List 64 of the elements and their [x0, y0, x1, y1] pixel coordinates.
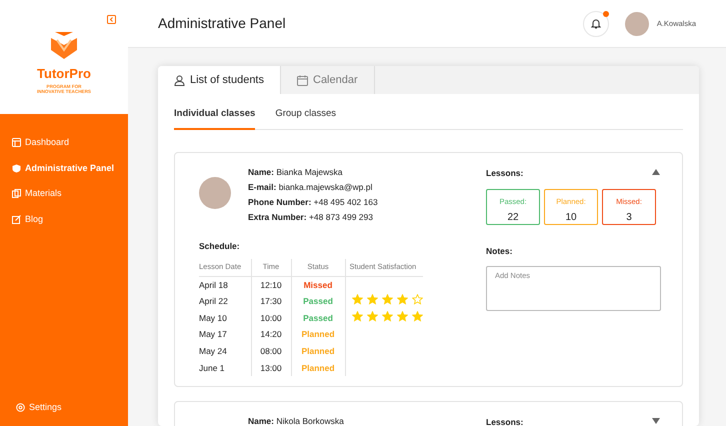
subtab[interactable]: Individual classes — [174, 94, 256, 130]
star-icon — [382, 310, 392, 322]
subtab[interactable]: Group classes — [275, 94, 336, 130]
time-cell: 13:00 — [251, 360, 291, 376]
student-field: Name: Nikola Borkowska — [248, 414, 344, 426]
notifications-button[interactable] — [582, 10, 609, 36]
star-icon — [352, 310, 362, 322]
date-cell: April 22 — [199, 293, 251, 310]
student-field: Name: Bianka Majewska — [248, 165, 378, 180]
star-icon — [366, 310, 378, 322]
sidebar-item[interactable]: Blog — [12, 212, 128, 226]
star-icon — [396, 294, 408, 306]
brand-name: TutorPro — [37, 65, 91, 83]
star-icon — [396, 310, 408, 322]
sidebar-item[interactable]: Administrative Panel — [12, 162, 128, 175]
caret-up-icon — [652, 168, 660, 175]
user-icon — [174, 74, 185, 86]
collapse-icon — [107, 15, 116, 24]
time-cell: 08:00 — [251, 343, 291, 360]
sidebar-item[interactable]: Materials — [12, 187, 128, 200]
status-text: Passed — [303, 296, 333, 306]
student-field: Extra Number: +48 873 499 293 — [248, 210, 378, 226]
caret-down-icon — [652, 418, 660, 424]
section-label: Lessons: — [486, 167, 524, 180]
count-value: 3 — [625, 211, 633, 225]
calendar-icon — [297, 74, 308, 86]
bell-icon — [590, 18, 601, 29]
avatar — [624, 12, 649, 36]
date-cell: April 18 — [199, 276, 251, 294]
star-icon — [366, 294, 378, 306]
status-text: Planned — [301, 346, 335, 356]
time-cell: 14:20 — [251, 326, 291, 344]
layout-icon — [12, 138, 21, 148]
tab[interactable]: List of students — [158, 66, 281, 94]
avatar — [199, 177, 231, 210]
date-cell: May 10 — [199, 310, 251, 327]
status-text: Planned — [301, 329, 335, 340]
settings-link[interactable]: Settings — [16, 400, 128, 414]
sidebar-item[interactable]: Dashboard — [12, 136, 128, 150]
star-outline-icon — [412, 294, 422, 306]
shield-icon — [12, 164, 21, 173]
star-icon — [352, 294, 362, 306]
count-value: 22 — [506, 211, 520, 225]
star-icon — [412, 310, 422, 322]
section-label: Lessons: — [486, 416, 524, 426]
documents-icon — [12, 189, 21, 198]
date-cell: June 1 — [199, 360, 251, 376]
status-text: Missed — [304, 280, 332, 290]
edit-icon — [12, 214, 21, 224]
count-value: 10 — [564, 211, 578, 225]
time-cell: 12:10 — [251, 276, 291, 294]
status-text: Planned — [301, 362, 335, 373]
star-icon — [382, 294, 392, 306]
time-cell: 10:00 — [251, 310, 291, 327]
date-cell: May 17 — [199, 326, 251, 344]
gear-icon — [16, 402, 25, 412]
date-cell: May 24 — [199, 343, 251, 360]
time-cell: 17:30 — [251, 293, 291, 310]
section-label: Schedule: — [199, 240, 241, 253]
status-text: Passed — [303, 312, 333, 323]
student-field: Phone Number: +48 495 402 163 — [248, 195, 378, 210]
student-field: E-mail: bianka.majewska@wp.pl — [248, 180, 378, 196]
section-label: Notes: — [486, 244, 514, 258]
page-title: Administrative Panel — [158, 14, 287, 33]
